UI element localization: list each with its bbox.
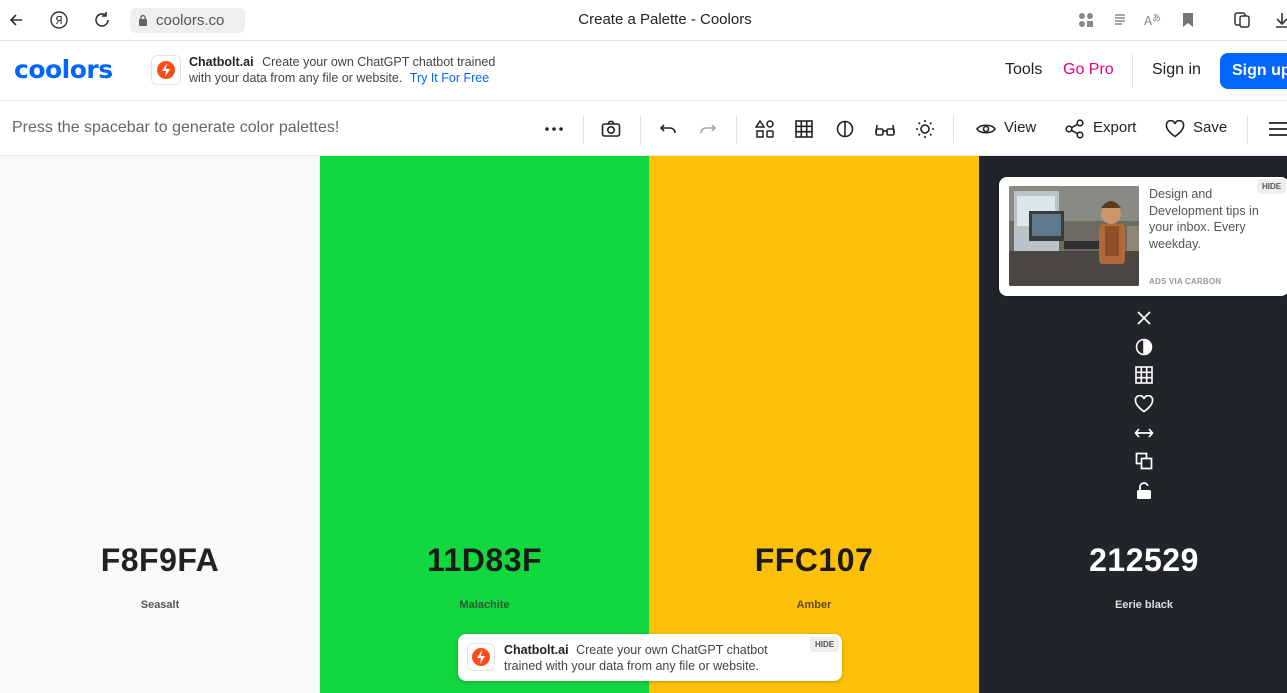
share-icon[interactable]	[1063, 117, 1087, 141]
eye-icon[interactable]	[974, 117, 998, 141]
spacebar-hint: Press the spacebar to generate color pal…	[12, 119, 340, 136]
view-button[interactable]: View	[1004, 119, 1036, 136]
color-name[interactable]: Amber	[649, 599, 979, 611]
save-button[interactable]: Save	[1193, 119, 1227, 136]
toolbar-divider	[640, 115, 641, 143]
toolbar-divider	[1247, 115, 1248, 143]
color-swatch[interactable]: 11D83F Malachite	[320, 156, 649, 693]
toolbar-divider	[736, 115, 737, 143]
color-hex[interactable]: F8F9FA	[0, 542, 320, 579]
color-swatch[interactable]: FFC107 Amber	[649, 156, 979, 693]
color-swatch[interactable]: F8F9FA Seasalt	[0, 156, 320, 693]
contrast-icon[interactable]	[833, 117, 857, 141]
bottom-promo[interactable]: Chatbolt.ai Create your own ChatGPT chat…	[458, 634, 842, 681]
hide-ad-button[interactable]: HIDE	[1257, 179, 1287, 194]
bottom-promo-brand: Chatbolt.ai	[504, 643, 569, 657]
favorite-heart-icon[interactable]	[1132, 393, 1156, 415]
app-header: coolors Chatbolt.ai Create your own Chat…	[0, 41, 1287, 101]
browser-bar: Я coolors.co Create a Palette - Coolors …	[0, 0, 1287, 41]
ad-text[interactable]: Design and Development tips in your inbo…	[1149, 186, 1261, 252]
undo-icon[interactable]	[656, 117, 680, 141]
nav-go-pro[interactable]: Go Pro	[1063, 61, 1114, 79]
contrast-icon[interactable]	[1132, 336, 1156, 358]
promo-link[interactable]: Try It For Free	[410, 71, 489, 85]
nav-tools[interactable]: Tools	[1005, 61, 1042, 79]
reader-icon[interactable]	[1109, 9, 1131, 31]
hide-promo-button[interactable]: HIDE	[810, 637, 840, 652]
export-button[interactable]: Export	[1093, 119, 1136, 136]
svg-text:あ: あ	[1152, 13, 1161, 24]
download-icon[interactable]	[1271, 9, 1287, 31]
promo-brand: Chatbolt.ai	[189, 55, 254, 69]
collections-icon[interactable]	[1231, 9, 1253, 31]
grid-icon[interactable]	[792, 117, 816, 141]
color-hex[interactable]: 11D83F	[320, 542, 649, 579]
drag-arrows-icon[interactable]	[1132, 422, 1156, 444]
carbon-ad[interactable]: Design and Development tips in your inbo…	[999, 177, 1287, 296]
glasses-icon[interactable]	[873, 117, 897, 141]
header-promo[interactable]: Chatbolt.ai Create your own ChatGPT chat…	[189, 54, 519, 86]
redo-icon[interactable]	[696, 117, 720, 141]
nav-divider	[1132, 54, 1133, 88]
sign-in-link[interactable]: Sign in	[1152, 61, 1201, 79]
toolbar: Press the spacebar to generate color pal…	[0, 101, 1287, 156]
ad-image[interactable]	[1009, 186, 1139, 286]
ads-via-carbon[interactable]: ADS VIA CARBON	[1149, 277, 1221, 286]
toolbar-divider	[583, 115, 584, 143]
shapes-icon[interactable]	[753, 117, 777, 141]
toolbar-divider	[953, 115, 954, 143]
shades-grid-icon[interactable]	[1132, 364, 1156, 386]
color-hex[interactable]: FFC107	[649, 542, 979, 579]
extensions-icon[interactable]	[1075, 9, 1097, 31]
sign-up-button[interactable]: Sign up	[1220, 53, 1287, 89]
heart-icon[interactable]	[1163, 117, 1187, 141]
remove-color-icon[interactable]	[1132, 307, 1156, 329]
color-hex[interactable]: 212529	[979, 542, 1287, 579]
translate-icon[interactable]: Aあ	[1141, 9, 1163, 31]
coolors-logo[interactable]: coolors	[14, 55, 113, 84]
color-name[interactable]: Seasalt	[0, 599, 320, 611]
bookmark-icon[interactable]	[1177, 9, 1199, 31]
chatbolt-logo-icon[interactable]	[151, 55, 181, 85]
unlock-icon[interactable]	[1132, 480, 1156, 502]
chatbolt-logo-icon	[467, 643, 495, 671]
color-name[interactable]: Eerie black	[979, 599, 1287, 611]
copy-icon[interactable]	[1132, 450, 1156, 472]
camera-icon[interactable]	[599, 117, 623, 141]
bottom-promo-text: Chatbolt.ai Create your own ChatGPT chat…	[504, 642, 804, 674]
sun-icon[interactable]	[913, 117, 937, 141]
color-name[interactable]: Malachite	[320, 599, 649, 611]
menu-icon[interactable]	[1265, 117, 1287, 141]
more-options-icon[interactable]	[542, 117, 566, 141]
